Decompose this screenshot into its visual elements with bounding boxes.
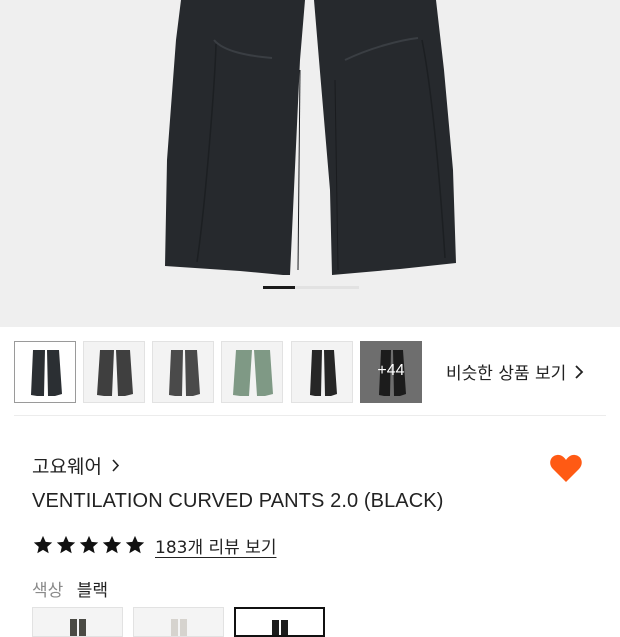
color-swatch-3[interactable] xyxy=(234,607,325,637)
star-icon xyxy=(79,535,99,554)
similar-products-link[interactable]: 비슷한 상품 보기 xyxy=(446,359,584,384)
brand-name: 고요웨어 xyxy=(32,456,102,478)
chevron-right-icon xyxy=(112,459,120,472)
rating-row: 183개 리뷰 보기 xyxy=(32,531,276,559)
pants-thumbnail-icon xyxy=(310,350,337,396)
thumbnail-5[interactable] xyxy=(291,341,353,403)
star-rating xyxy=(32,534,147,556)
product-main-image xyxy=(165,0,456,275)
heart-icon xyxy=(550,454,582,482)
pants-shape xyxy=(31,350,62,396)
thumbnail-2[interactable] xyxy=(83,341,145,403)
pants-thumbnail-icon xyxy=(31,350,62,396)
star-icon xyxy=(56,535,76,554)
pants-thumbnail-icon xyxy=(233,350,273,396)
pants-swatch-icon xyxy=(69,619,86,636)
pants-swatch-icon xyxy=(170,619,187,636)
color-option-label: 색상 xyxy=(32,581,64,601)
product-title: VENTILATION CURVED PANTS 2.0 (BLACK) xyxy=(32,490,444,512)
color-swatch-1[interactable] xyxy=(32,607,123,637)
star-icon xyxy=(33,535,53,554)
pager-track xyxy=(295,286,359,289)
star-icon xyxy=(125,535,145,554)
color-swatch-2[interactable] xyxy=(133,607,224,637)
star-icon xyxy=(102,535,122,554)
pants-swatch-icon xyxy=(271,620,288,635)
similar-products-label: 비슷한 상품 보기 xyxy=(446,364,567,384)
chevron-right-icon xyxy=(575,364,584,379)
brand-link[interactable]: 고요웨어 xyxy=(32,452,120,479)
like-button[interactable] xyxy=(548,450,584,486)
color-option-value: 블랙 xyxy=(76,581,108,601)
thumbnail-3[interactable] xyxy=(152,341,214,403)
thumbnail-strip: +44 비슷한 상품 보기 xyxy=(0,333,620,413)
pager-active-indicator xyxy=(263,286,295,289)
thumbnail-1[interactable] xyxy=(14,341,76,403)
pants-thumbnail-icon xyxy=(169,350,200,396)
image-pager xyxy=(263,286,359,289)
pants-thumbnail-icon xyxy=(97,350,133,396)
color-option-row: 색상 블랙 xyxy=(32,576,108,601)
reviews-link[interactable]: 183개 리뷰 보기 xyxy=(155,533,276,558)
thumbnail-more[interactable]: +44 xyxy=(360,341,422,403)
thumbnail-4[interactable] xyxy=(221,341,283,403)
section-divider xyxy=(14,415,606,416)
more-images-count: +44 xyxy=(377,362,405,379)
product-image-gallery[interactable] xyxy=(0,0,620,327)
